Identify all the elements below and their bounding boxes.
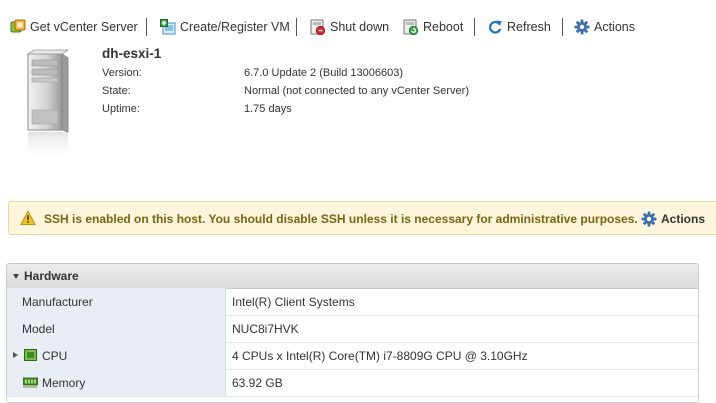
warning-actions-label: Actions bbox=[661, 212, 706, 226]
ssh-warning-message: SSH is enabled on this host. You should … bbox=[44, 212, 638, 226]
version-label: Version: bbox=[102, 67, 142, 79]
warning-triangle-icon bbox=[20, 210, 36, 226]
create-register-vm-button[interactable]: Create/Register VM bbox=[160, 18, 290, 36]
refresh-label: Refresh bbox=[507, 20, 551, 34]
uptime-label: Uptime: bbox=[102, 103, 140, 115]
hardware-panel: Hardware Manufacturer Intel(R) Client Sy… bbox=[6, 263, 699, 403]
gear-icon bbox=[574, 19, 590, 35]
toolbar-divider bbox=[562, 18, 563, 36]
row-label-cell bbox=[7, 342, 226, 369]
memory-module-icon bbox=[23, 375, 38, 389]
expand-arrow-icon[interactable] bbox=[13, 352, 18, 358]
get-vcenter-button[interactable]: Get vCenter Server bbox=[10, 18, 138, 36]
model-label: Model bbox=[22, 322, 55, 336]
toolbar-divider bbox=[146, 18, 147, 36]
shut-down-label: Shut down bbox=[330, 20, 390, 34]
toolbar-divider bbox=[296, 18, 297, 36]
gear-icon bbox=[641, 211, 657, 227]
hardware-row-cpu[interactable]: CPU 4 CPUs x Intel(R) Core(TM) i7-8809G … bbox=[7, 342, 698, 370]
shut-down-button[interactable]: Shut down bbox=[310, 18, 389, 36]
manufacturer-label: Manufacturer bbox=[22, 295, 93, 309]
power-off-icon bbox=[310, 19, 326, 36]
collapse-triangle-icon bbox=[13, 274, 19, 279]
hardware-row-memory: Memory 63.92 GB bbox=[7, 369, 698, 397]
vcenter-icon bbox=[10, 19, 26, 35]
cpu-label: CPU bbox=[42, 349, 68, 363]
hardware-panel-header[interactable]: Hardware bbox=[7, 264, 698, 289]
reboot-button[interactable]: Reboot bbox=[403, 18, 463, 36]
state-label: State: bbox=[102, 85, 131, 97]
hardware-row-model: Model NUC8i7HVK bbox=[7, 315, 698, 343]
toolbar-divider bbox=[474, 18, 475, 36]
get-vcenter-label: Get vCenter Server bbox=[30, 20, 138, 34]
hardware-title: Hardware bbox=[24, 269, 79, 283]
reboot-icon bbox=[403, 19, 419, 36]
refresh-button[interactable]: Refresh bbox=[487, 18, 551, 36]
warning-actions-button[interactable]: Actions bbox=[641, 211, 705, 227]
hardware-row-manufacturer: Manufacturer Intel(R) Client Systems bbox=[7, 288, 698, 316]
ssh-warning-banner: SSH is enabled on this host. You should … bbox=[8, 201, 716, 235]
reboot-label: Reboot bbox=[423, 20, 464, 34]
model-value: NUC8i7HVK bbox=[232, 322, 299, 336]
row-label-cell bbox=[7, 369, 226, 396]
uptime-value: 1.75 days bbox=[244, 103, 292, 115]
refresh-icon bbox=[487, 19, 503, 35]
version-value: 6.7.0 Update 2 (Build 13006603) bbox=[244, 67, 404, 79]
memory-label: Memory bbox=[42, 376, 86, 390]
create-vm-icon bbox=[160, 19, 176, 35]
actions-label: Actions bbox=[594, 20, 635, 34]
cpu-value: 4 CPUs x Intel(R) Core(TM) i7-8809G CPU … bbox=[232, 349, 528, 363]
actions-button[interactable]: Actions bbox=[574, 18, 635, 36]
cpu-chip-icon bbox=[23, 348, 38, 362]
manufacturer-value: Intel(R) Client Systems bbox=[232, 295, 355, 309]
server-tower-image bbox=[24, 46, 70, 164]
host-toolbar: Get vCenter Server Create/Register VM Sh… bbox=[0, 0, 716, 52]
create-register-vm-label: Create/Register VM bbox=[180, 20, 290, 34]
host-name: dh-esxi-1 bbox=[102, 46, 162, 61]
state-value: Normal (not connected to any vCenter Ser… bbox=[244, 85, 469, 97]
memory-value: 63.92 GB bbox=[232, 376, 283, 390]
